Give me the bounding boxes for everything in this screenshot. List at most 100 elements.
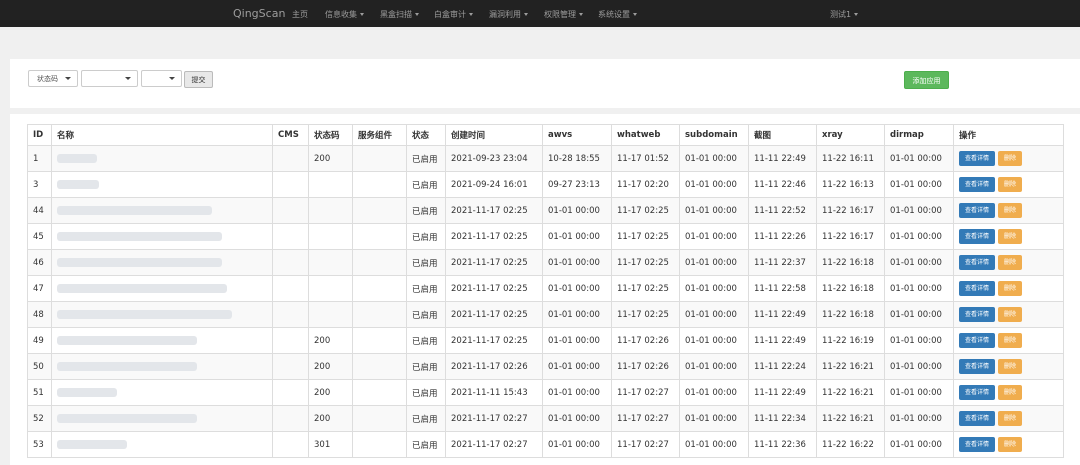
cell-id: 47 [27,275,52,302]
cell-awvs: 01-01 00:00 [542,327,612,354]
header-id: ID [27,124,52,146]
header-name: 名称 [51,124,273,146]
cell-created: 2021-09-23 23:04 [445,145,543,172]
table-row[interactable]: 44 已启用 2021-11-17 02:25 01-01 00:00 11-17 02… [27,197,1064,224]
table-row[interactable]: 47 已启用 2021-11-17 02:25 01-01 00:00 11-17 02… [27,275,1064,302]
cell-cms [272,249,309,276]
delete-button[interactable]: 删除 [998,359,1022,374]
cell-xray: 11-22 16:22 [816,431,885,458]
table-row[interactable]: 46 已启用 2021-11-17 02:25 01-01 00:00 11-17 02… [27,249,1064,276]
cell-subdomain: 01-01 00:00 [679,327,749,354]
cell-whatweb: 11-17 02:25 [611,301,680,328]
cell-state: 已启用 [406,223,446,250]
table-row[interactable]: 45 已启用 2021-11-17 02:25 01-01 00:00 11-17 02… [27,223,1064,250]
cell-actions: 查看详情 删除 [953,171,1064,198]
nav-item-exploit[interactable]: 漏洞利用 [489,9,528,20]
cell-shot: 11-11 22:46 [748,171,817,198]
cell-xray: 11-22 16:21 [816,353,885,380]
filter-select-2[interactable] [81,70,138,87]
cell-id: 52 [27,405,52,432]
cell-shot: 11-11 22:37 [748,249,817,276]
delete-button[interactable]: 删除 [998,229,1022,244]
nav-user-menu[interactable]: 测试1 [830,9,859,20]
cell-cms [272,431,309,458]
cell-id: 53 [27,431,52,458]
cell-created: 2021-11-17 02:26 [445,353,543,380]
redacted-name [57,205,212,215]
table-row[interactable]: 52 200 已启用 2021-11-17 02:27 01-01 00:00 11-17… [27,405,1064,432]
header-status-code: 状态码 [308,124,353,146]
cell-state: 已启用 [406,405,446,432]
nav-item-settings[interactable]: 系统设置 [598,9,637,20]
view-details-button[interactable]: 查看详情 [959,229,995,244]
cell-code [308,249,353,276]
submit-button[interactable]: 提交 [184,71,213,88]
view-details-button[interactable]: 查看详情 [959,255,995,270]
nav-label: 黑盒扫描 [380,10,412,19]
filter-select-3[interactable] [141,70,182,87]
nav-item-permission[interactable]: 权限管理 [544,9,583,20]
nav-item-whitebox[interactable]: 白盒审计 [434,9,473,20]
nav-label: 信息收集 [325,10,357,19]
cell-subdomain: 01-01 00:00 [679,405,749,432]
delete-button[interactable]: 删除 [998,151,1022,166]
nav-item-info-collect[interactable]: 信息收集 [325,9,364,20]
header-awvs: awvs [542,124,612,146]
delete-button[interactable]: 删除 [998,307,1022,322]
table-row[interactable]: 50 200 已启用 2021-11-17 02:26 01-01 00:00 11-17… [27,353,1064,380]
view-details-button[interactable]: 查看详情 [959,307,995,322]
app-table-panel: ID 名称 CMS 状态码 服务组件 状态 创建时间 awvs whatweb subdomain… [10,114,1080,465]
redacted-name [57,413,197,423]
status-code-select[interactable]: 状态码 [28,70,78,87]
cell-dirmap: 01-01 00:00 [884,353,954,380]
cell-subdomain: 01-01 00:00 [679,301,749,328]
view-details-button[interactable]: 查看详情 [959,411,995,426]
nav-label: 漏洞利用 [489,10,521,19]
nav-item-home[interactable]: 主页 [292,9,308,20]
brand-logo[interactable]: QingScan [233,7,285,20]
table-row[interactable]: 1 200 已启用 2021-09-23 23:04 10-28 18:55 11-17 … [27,145,1064,172]
cell-actions: 查看详情 删除 [953,327,1064,354]
table-row[interactable]: 51 200 已启用 2021-11-11 15:43 01-01 00:00 11-17… [27,379,1064,406]
view-details-button[interactable]: 查看详情 [959,437,995,452]
delete-button[interactable]: 删除 [998,281,1022,296]
cell-created: 2021-11-17 02:25 [445,223,543,250]
add-app-button[interactable]: 添加应用 [904,71,949,89]
header-created: 创建时间 [445,124,543,146]
delete-button[interactable]: 删除 [998,177,1022,192]
table-row[interactable]: 53 301 已启用 2021-11-17 02:27 01-01 00:00 11-17… [27,431,1064,458]
cell-name-redacted [51,197,273,224]
redacted-name [57,231,222,241]
cell-dirmap: 01-01 00:00 [884,379,954,406]
table-row[interactable]: 49 200 已启用 2021-11-17 02:25 01-01 00:00 11-17… [27,327,1064,354]
view-details-button[interactable]: 查看详情 [959,151,995,166]
delete-button[interactable]: 删除 [998,385,1022,400]
delete-button[interactable]: 删除 [998,437,1022,452]
view-details-button[interactable]: 查看详情 [959,203,995,218]
cell-xray: 11-22 16:21 [816,379,885,406]
delete-button[interactable]: 删除 [998,333,1022,348]
table-row[interactable]: 48 已启用 2021-11-17 02:25 01-01 00:00 11-17 02… [27,301,1064,328]
delete-button[interactable]: 删除 [998,255,1022,270]
view-details-button[interactable]: 查看详情 [959,281,995,296]
cell-xray: 11-22 16:19 [816,327,885,354]
cell-awvs: 01-01 00:00 [542,275,612,302]
nav-label: 系统设置 [598,10,630,19]
view-details-button[interactable]: 查看详情 [959,359,995,374]
view-details-button[interactable]: 查看详情 [959,333,995,348]
view-details-button[interactable]: 查看详情 [959,177,995,192]
cell-cms [272,197,309,224]
nav-label: 白盒审计 [434,10,466,19]
cell-name-redacted [51,275,273,302]
cell-awvs: 01-01 00:00 [542,301,612,328]
delete-button[interactable]: 删除 [998,411,1022,426]
table-row[interactable]: 3 已启用 2021-09-24 16:01 09-27 23:13 11-17 02:… [27,171,1064,198]
view-details-button[interactable]: 查看详情 [959,385,995,400]
nav-item-blackbox[interactable]: 黑盒扫描 [380,9,419,20]
delete-button[interactable]: 删除 [998,203,1022,218]
cell-awvs: 01-01 00:00 [542,405,612,432]
cell-awvs: 01-01 00:00 [542,223,612,250]
cell-subdomain: 01-01 00:00 [679,379,749,406]
cell-shot: 11-11 22:24 [748,353,817,380]
cell-awvs: 01-01 00:00 [542,353,612,380]
